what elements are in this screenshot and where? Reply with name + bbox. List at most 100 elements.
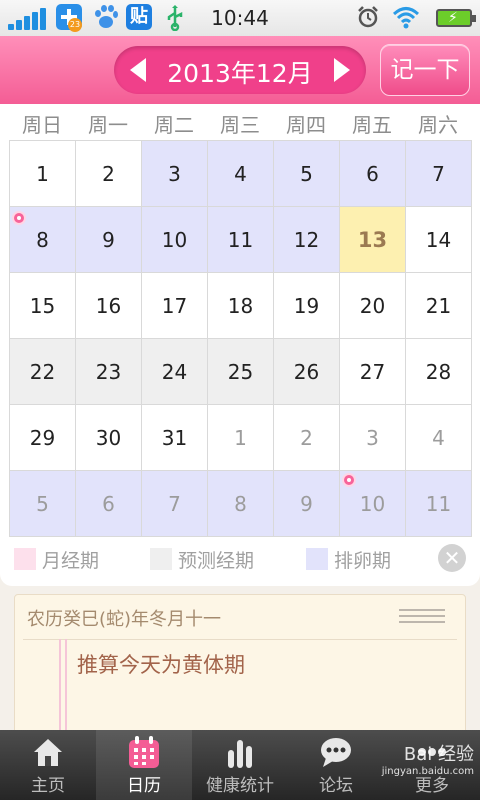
calendar-day[interactable]: 6 bbox=[340, 141, 406, 207]
watermark: Bai 经验 jingyan.baidu.com bbox=[358, 740, 474, 780]
calendar-day[interactable]: 9 bbox=[274, 471, 340, 537]
day-number: 31 bbox=[161, 426, 188, 450]
event-marker-icon bbox=[342, 473, 356, 487]
tab-home[interactable]: 主页 bbox=[0, 730, 96, 800]
calendar-day[interactable]: 28 bbox=[406, 339, 472, 405]
legend-period: 月经期 bbox=[14, 546, 99, 572]
calendar-day[interactable]: 15 bbox=[10, 273, 76, 339]
day-number: 16 bbox=[95, 294, 122, 318]
calendar-day[interactable]: 19 bbox=[274, 273, 340, 339]
signal-icon bbox=[8, 8, 46, 30]
day-number: 19 bbox=[293, 294, 320, 318]
tab-calendar[interactable]: 日历 bbox=[96, 730, 192, 800]
close-icon[interactable]: ✕ bbox=[438, 544, 466, 572]
calendar-day[interactable]: 18 bbox=[208, 273, 274, 339]
calendar-day[interactable]: 1 bbox=[10, 141, 76, 207]
calendar-week-row: 29 30 31 1 2 3 4 bbox=[10, 405, 472, 471]
status-bar: 23 贴 10:44 ⚡ bbox=[0, 0, 480, 36]
calendar-day[interactable]: 7 bbox=[406, 141, 472, 207]
calendar-day[interactable]: 11 bbox=[208, 207, 274, 273]
record-button[interactable]: 记一下 bbox=[380, 44, 470, 96]
calendar-day[interactable]: 30 bbox=[76, 405, 142, 471]
calendar-day[interactable]: 4 bbox=[406, 405, 472, 471]
calendar-week-row: 5 6 7 8 9 10 11 bbox=[10, 471, 472, 537]
calendar-day[interactable]: 11 bbox=[406, 471, 472, 537]
calendar-day[interactable]: 9 bbox=[76, 207, 142, 273]
day-number: 12 bbox=[293, 228, 320, 252]
calendar-day[interactable]: 7 bbox=[142, 471, 208, 537]
calendar-day[interactable]: 2 bbox=[274, 405, 340, 471]
weekday-label: 周三 bbox=[220, 113, 260, 137]
predicted-swatch bbox=[150, 548, 172, 570]
calendar-day[interactable]: 25 bbox=[208, 339, 274, 405]
calendar-day[interactable]: 31 bbox=[142, 405, 208, 471]
calendar-day[interactable]: 6 bbox=[76, 471, 142, 537]
wifi-icon bbox=[392, 5, 420, 29]
weekday-label: 周五 bbox=[352, 113, 392, 137]
bar-chart-icon bbox=[228, 740, 252, 768]
calendar-day[interactable]: 5 bbox=[274, 141, 340, 207]
calendar-day[interactable]: 10 bbox=[142, 207, 208, 273]
calendar-day[interactable]: 20 bbox=[340, 273, 406, 339]
usb-icon bbox=[164, 5, 186, 32]
day-number: 29 bbox=[29, 426, 56, 450]
calendar-day[interactable]: 8 bbox=[10, 207, 76, 273]
margin-line bbox=[59, 639, 61, 743]
day-number: 23 bbox=[95, 360, 122, 384]
calendar-day[interactable]: 2 bbox=[76, 141, 142, 207]
calendar-day[interactable]: 1 bbox=[208, 405, 274, 471]
calendar-day[interactable]: 23 bbox=[76, 339, 142, 405]
day-number: 4 bbox=[432, 426, 445, 450]
calendar-day[interactable]: 27 bbox=[340, 339, 406, 405]
clock-time: 10:44 bbox=[211, 6, 269, 30]
weekday-label: 周日 bbox=[22, 113, 62, 137]
margin-line bbox=[65, 639, 67, 743]
calendar-day[interactable]: 10 bbox=[340, 471, 406, 537]
day-number: 10 bbox=[161, 228, 188, 252]
calendar-day[interactable]: 29 bbox=[10, 405, 76, 471]
chevron-left-icon[interactable] bbox=[130, 58, 146, 82]
calendar-day[interactable]: 14 bbox=[406, 207, 472, 273]
day-number: 25 bbox=[227, 360, 254, 384]
menu-lines-icon[interactable] bbox=[399, 609, 445, 625]
calendar-day-today[interactable]: 13 bbox=[340, 207, 406, 273]
tab-label: 日历 bbox=[127, 776, 161, 796]
battery-charging-icon: ⚡ bbox=[436, 9, 476, 27]
day-number: 7 bbox=[432, 162, 445, 186]
weekday-label: 周一 bbox=[88, 113, 128, 137]
day-number: 6 bbox=[366, 162, 379, 186]
calendar-day[interactable]: 12 bbox=[274, 207, 340, 273]
legend: 月经期 预测经期 排卵期 ✕ bbox=[14, 544, 474, 574]
day-number: 13 bbox=[357, 228, 388, 252]
calendar-day[interactable]: 21 bbox=[406, 273, 472, 339]
calendar-day[interactable]: 8 bbox=[208, 471, 274, 537]
day-number: 9 bbox=[300, 492, 313, 516]
day-number: 2 bbox=[102, 162, 115, 186]
day-number: 18 bbox=[227, 294, 254, 318]
cycle-phase-text: 推算今天为黄体期 bbox=[77, 653, 245, 677]
calendar-day[interactable]: 24 bbox=[142, 339, 208, 405]
calendar-card: 周日 周一 周二 周三 周四 周五 周六 1 2 3 4 5 6 7 8 9 10 11 12 13 14… bbox=[0, 104, 480, 586]
calendar-day[interactable]: 17 bbox=[142, 273, 208, 339]
chevron-right-icon[interactable] bbox=[334, 58, 350, 82]
calendar-day[interactable]: 5 bbox=[10, 471, 76, 537]
calendar-day[interactable]: 26 bbox=[274, 339, 340, 405]
day-number: 17 bbox=[161, 294, 188, 318]
day-note-card: 农历癸巳(蛇)年冬月十一 推算今天为黄体期 bbox=[14, 594, 466, 744]
calendar-week-row: 22 23 24 25 26 27 28 bbox=[10, 339, 472, 405]
legend-predicted: 预测经期 bbox=[150, 546, 254, 572]
weekday-label: 周四 bbox=[286, 113, 326, 137]
calendar-day[interactable]: 4 bbox=[208, 141, 274, 207]
calendar-week-row: 15 16 17 18 19 20 21 bbox=[10, 273, 472, 339]
calendar-week-row: 1 2 3 4 5 6 7 bbox=[10, 141, 472, 207]
day-number: 30 bbox=[95, 426, 122, 450]
calendar-day[interactable]: 22 bbox=[10, 339, 76, 405]
tab-health-stats[interactable]: 健康统计 bbox=[192, 730, 288, 800]
day-number: 20 bbox=[359, 294, 386, 318]
calendar-day[interactable]: 16 bbox=[76, 273, 142, 339]
month-title: 2013年12月 bbox=[167, 59, 313, 88]
home-icon bbox=[34, 739, 62, 766]
calendar-day[interactable]: 3 bbox=[142, 141, 208, 207]
calendar-day[interactable]: 3 bbox=[340, 405, 406, 471]
day-number: 27 bbox=[359, 360, 386, 384]
